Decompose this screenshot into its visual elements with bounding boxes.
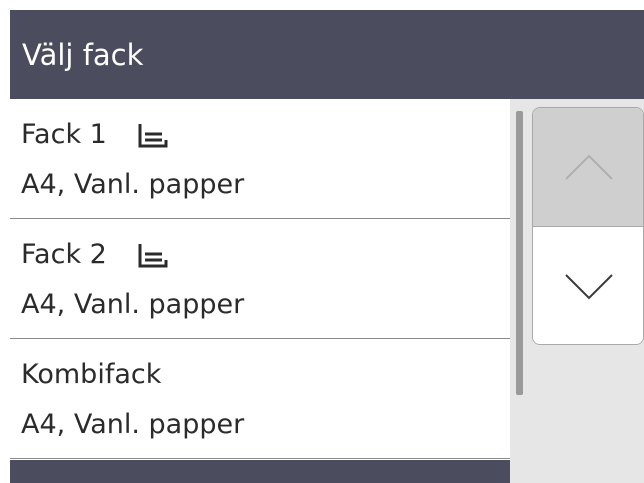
scroll-buttons: [532, 107, 644, 345]
tray-detail: A4, Vanl. papper: [21, 169, 245, 200]
tray-name: Kombifack: [21, 359, 162, 390]
scroll-up-button[interactable]: [533, 108, 643, 227]
tray-detail: A4, Vanl. papper: [21, 289, 245, 320]
tray-list: Fack 1 A4, Vanl. papper Fack 2 A4, Vanl.…: [10, 99, 510, 483]
list-next-item-edge: [10, 460, 510, 483]
lcd-screen: Välj fack Fack 1 A4, Vanl. papper Fack 2: [0, 0, 644, 483]
scrollbar-thumb[interactable]: [516, 111, 523, 395]
tray-detail: A4, Vanl. papper: [21, 409, 245, 440]
scroll-down-button[interactable]: [533, 227, 643, 344]
tray-icon: [138, 123, 168, 147]
chevron-down-icon: [565, 273, 613, 299]
scroll-panel: [510, 99, 644, 483]
tray-item-fack-1[interactable]: Fack 1 A4, Vanl. papper: [10, 99, 510, 219]
tray-icon: [138, 243, 168, 267]
page-title: Välj fack: [10, 10, 644, 99]
tray-item-fack-2[interactable]: Fack 2 A4, Vanl. papper: [10, 219, 510, 339]
tray-name: Fack 1: [21, 119, 107, 150]
tray-name: Fack 2: [21, 239, 107, 270]
chevron-up-icon: [565, 154, 613, 180]
tray-item-kombifack[interactable]: Kombifack A4, Vanl. papper: [10, 339, 510, 459]
